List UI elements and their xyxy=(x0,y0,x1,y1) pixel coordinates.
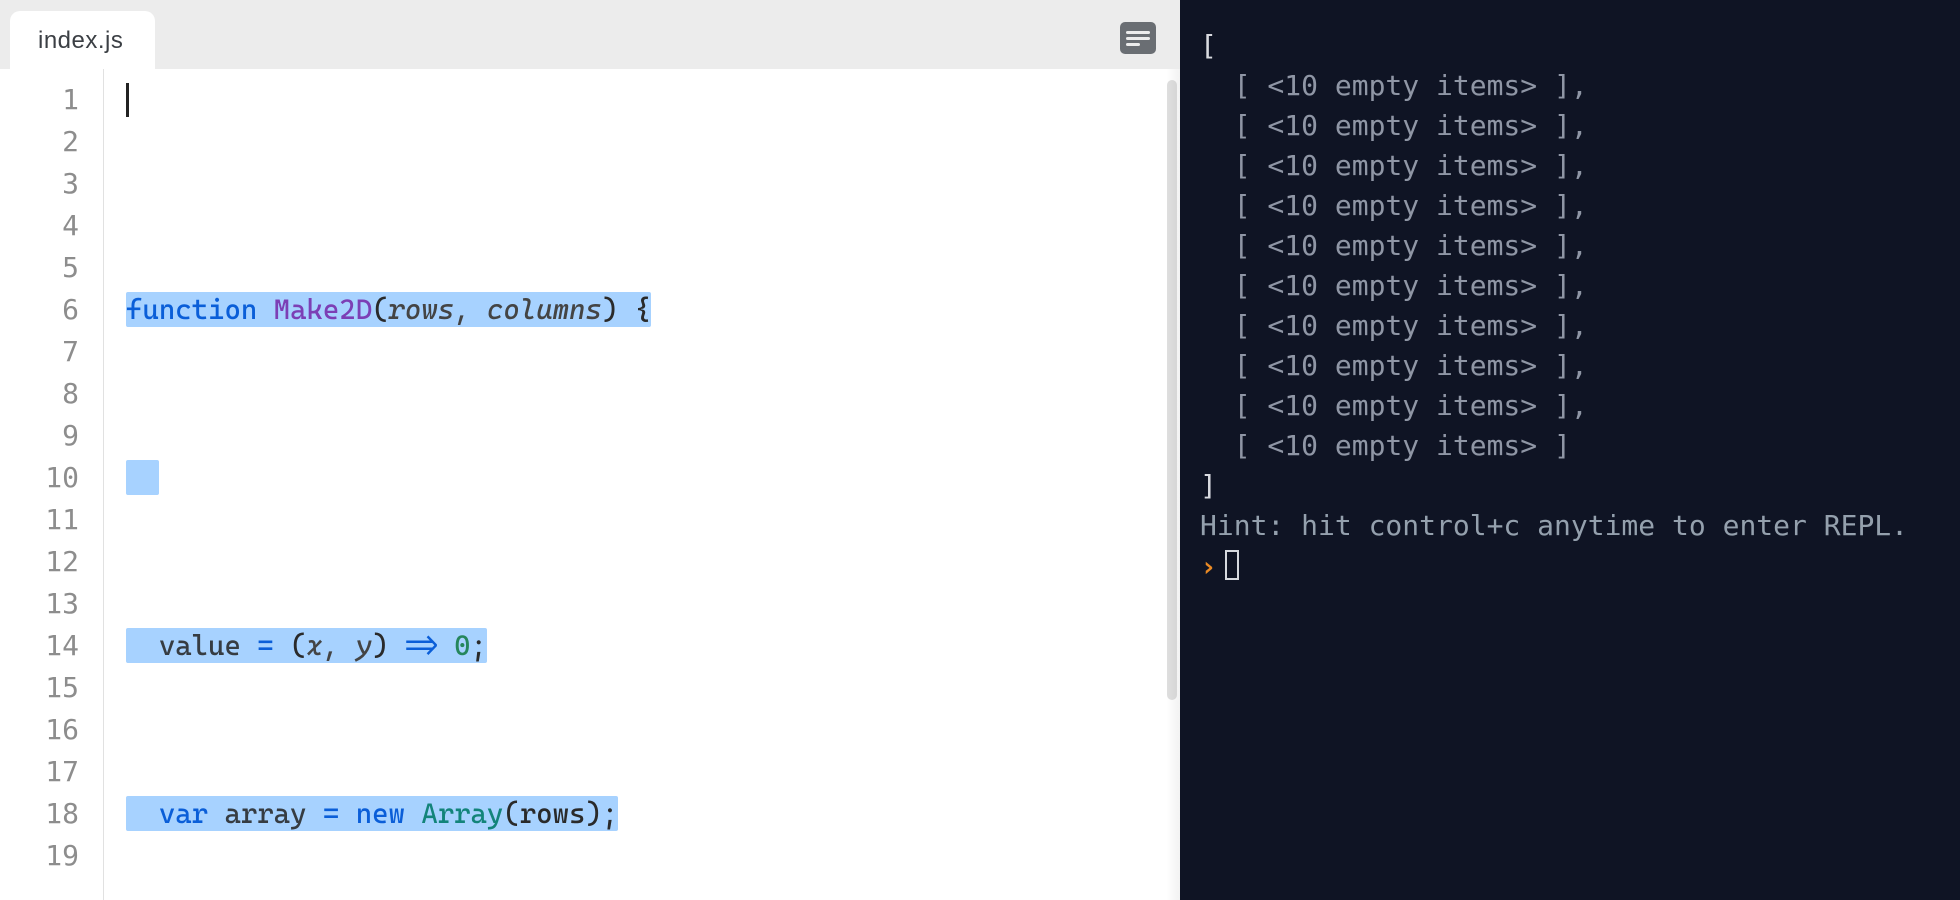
token-keyword: new xyxy=(356,797,422,830)
editor-pane: index.js 12345678910111213141516171819 f… xyxy=(0,0,1180,900)
line-number: 14 xyxy=(0,625,79,667)
token: , xyxy=(323,629,356,662)
terminal-pane[interactable]: [ [ <10 empty items> ], [ <10 empty item… xyxy=(1180,0,1960,900)
line-number: 6 xyxy=(0,289,79,331)
token: = xyxy=(323,797,356,830)
terminal-line: [ <10 empty items> ], xyxy=(1200,69,1588,102)
editor-scrollbar-thumb[interactable] xyxy=(1167,80,1177,700)
indent xyxy=(126,797,159,830)
line-number: 16 xyxy=(0,709,79,751)
prompt-caret-icon: › xyxy=(1200,550,1217,583)
token-param: x xyxy=(306,629,322,662)
tabbar-actions xyxy=(1120,22,1156,54)
token: (rows); xyxy=(503,797,618,830)
line-number: 11 xyxy=(0,499,79,541)
token-param: columns xyxy=(487,293,602,326)
line-number: 4 xyxy=(0,205,79,247)
line-number: 18 xyxy=(0,793,79,835)
line-number: 8 xyxy=(0,373,79,415)
token: ; xyxy=(471,629,487,662)
token: value xyxy=(159,629,257,662)
token-num: 0 xyxy=(454,629,470,662)
line-number: 7 xyxy=(0,331,79,373)
terminal-line: [ <10 empty items> ], xyxy=(1200,349,1588,382)
line-number: 1 xyxy=(0,79,79,121)
token: ( xyxy=(290,629,306,662)
token: array xyxy=(224,797,322,830)
terminal-hint: Hint: hit control+c anytime to enter REP… xyxy=(1200,509,1908,542)
terminal-line: [ <10 empty items> ], xyxy=(1200,109,1588,142)
terminal-line: [ <10 empty items> ], xyxy=(1200,269,1588,302)
terminal-line: ] xyxy=(1200,469,1217,502)
terminal-line: [ <10 empty items> ], xyxy=(1200,309,1588,342)
token-keyword: var xyxy=(159,797,225,830)
terminal-line: [ <10 empty items> ], xyxy=(1200,389,1588,422)
token-keyword: function xyxy=(126,293,274,326)
token-class: Array xyxy=(421,797,503,830)
token: ) xyxy=(372,629,405,662)
line-number: 10 xyxy=(0,457,79,499)
line-number: 3 xyxy=(0,163,79,205)
tab-indexjs[interactable]: index.js xyxy=(10,11,155,69)
terminal-line: [ <10 empty items> ], xyxy=(1200,189,1588,222)
line-number: 13 xyxy=(0,583,79,625)
terminal-cursor xyxy=(1225,550,1239,580)
line-number: 2 xyxy=(0,121,79,163)
token: ( xyxy=(372,293,388,326)
indent xyxy=(126,629,159,662)
token-fn: Make2D xyxy=(274,293,372,326)
line-number: 19 xyxy=(0,835,79,877)
code-area[interactable]: 12345678910111213141516171819 function M… xyxy=(0,69,1180,900)
terminal-line: [ <10 empty items> ], xyxy=(1200,229,1588,262)
line-number: 5 xyxy=(0,247,79,289)
token-param: y xyxy=(356,629,372,662)
token: , xyxy=(454,293,487,326)
token-arrow: => xyxy=(405,629,454,662)
terminal-line: [ <10 empty items> ], xyxy=(1200,149,1588,182)
token-param: rows xyxy=(389,293,455,326)
line-number-gutter: 12345678910111213141516171819 xyxy=(0,69,104,900)
code-content[interactable]: function Make2D(rows, columns) { value =… xyxy=(104,69,1180,900)
wrap-lines-icon[interactable] xyxy=(1120,22,1156,54)
line-number: 12 xyxy=(0,541,79,583)
text-cursor xyxy=(126,83,129,117)
line-number: 9 xyxy=(0,415,79,457)
terminal-line: [ <10 empty items> ] xyxy=(1200,429,1571,462)
terminal-prompt[interactable]: › xyxy=(1200,550,1239,583)
line-number: 17 xyxy=(0,751,79,793)
tab-bar: index.js xyxy=(0,0,1180,69)
token: = xyxy=(257,629,290,662)
terminal-line: [ xyxy=(1200,29,1217,62)
line-number: 15 xyxy=(0,667,79,709)
token: ) { xyxy=(602,293,651,326)
